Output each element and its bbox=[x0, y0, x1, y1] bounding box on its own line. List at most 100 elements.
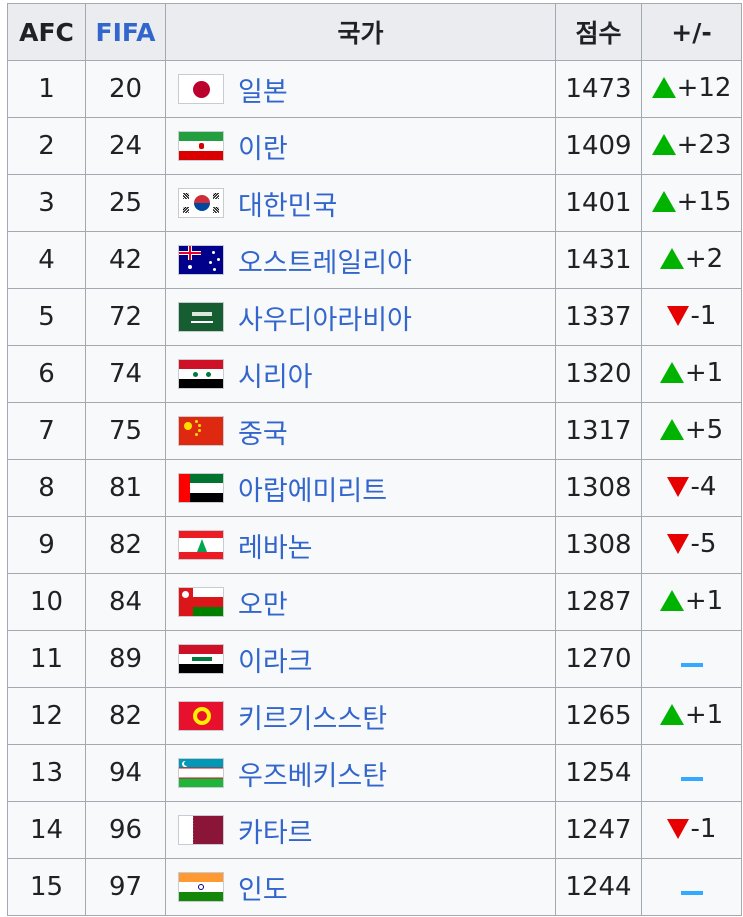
table-row: 7 75 중국 1317 +5 bbox=[7, 402, 742, 460]
change-cell: +5 bbox=[641, 402, 742, 460]
points: 1308 bbox=[555, 459, 642, 517]
change-value: +15 bbox=[676, 186, 732, 217]
change-cell: +15 bbox=[641, 174, 742, 232]
afc-rank: 4 bbox=[7, 231, 86, 289]
country-link[interactable]: 우즈베키스탄 bbox=[238, 754, 387, 793]
change-value: -1 bbox=[690, 301, 717, 331]
country-cell: 대한민국 bbox=[165, 174, 556, 232]
japan-flag-icon[interactable] bbox=[178, 74, 224, 104]
country-link[interactable]: 아랍에미리트 bbox=[238, 469, 387, 508]
country-cell: 레바논 bbox=[165, 516, 556, 574]
country-link[interactable]: 이란 bbox=[238, 127, 288, 166]
change-value: -5 bbox=[690, 529, 717, 559]
afc-rank: 10 bbox=[7, 573, 86, 631]
down-arrow-icon bbox=[666, 534, 689, 554]
country-link[interactable]: 중국 bbox=[238, 412, 288, 451]
points: 1409 bbox=[555, 117, 642, 175]
fifa-rank: 97 bbox=[85, 858, 166, 916]
afc-rank: 8 bbox=[7, 459, 86, 517]
iraq-flag-icon[interactable] bbox=[178, 644, 224, 674]
change-cell: +1 bbox=[641, 573, 742, 631]
up-arrow-icon bbox=[659, 362, 684, 384]
up-arrow-icon bbox=[659, 704, 684, 726]
saudi-arabia-flag-icon[interactable] bbox=[178, 302, 224, 332]
afc-rank: 5 bbox=[7, 288, 86, 346]
table-row: 15 97 인도 1244 bbox=[7, 858, 742, 916]
change-cell: -1 bbox=[641, 801, 742, 859]
afc-rank: 12 bbox=[7, 687, 86, 745]
afc-rank: 7 bbox=[7, 402, 86, 460]
country-cell: 오만 bbox=[165, 573, 556, 631]
change-value: +1 bbox=[684, 699, 724, 730]
down-arrow-icon bbox=[666, 819, 689, 839]
fifa-rank: 24 bbox=[85, 117, 166, 175]
afc-rank: 9 bbox=[7, 516, 86, 574]
table-row: 14 96 카타르 1247 -1 bbox=[7, 801, 742, 859]
afc-rank: 1 bbox=[7, 60, 86, 118]
iran-flag-icon[interactable] bbox=[178, 131, 224, 161]
fifa-rank: 89 bbox=[85, 630, 166, 688]
country-link[interactable]: 키르기스스탄 bbox=[238, 697, 387, 736]
change-cell: +23 bbox=[641, 117, 742, 175]
australia-flag-icon[interactable] bbox=[178, 245, 224, 275]
afc-rank: 13 bbox=[7, 744, 86, 802]
country-cell: 인도 bbox=[165, 858, 556, 916]
fifa-rank: 20 bbox=[85, 60, 166, 118]
afc-ranking-table: AFC FIFA 국가 점수 +/- 1 20 일본 1473 +12 2 24 이란 1409… bbox=[7, 3, 742, 916]
country-cell: 키르기스스탄 bbox=[165, 687, 556, 745]
country-link[interactable]: 오만 bbox=[238, 583, 288, 622]
china-flag-icon[interactable] bbox=[178, 416, 224, 446]
table-row: 4 42 오스트레일리아 1431 +2 bbox=[7, 231, 742, 289]
fifa-rank-header-link[interactable]: FIFA bbox=[85, 3, 166, 61]
change-cell: -4 bbox=[641, 459, 742, 517]
change-value: +2 bbox=[684, 243, 724, 274]
fifa-rank: 82 bbox=[85, 516, 166, 574]
down-arrow-icon bbox=[666, 477, 689, 497]
afc-rank: 6 bbox=[7, 345, 86, 403]
change-value: -4 bbox=[690, 472, 717, 502]
change-cell bbox=[641, 630, 742, 688]
fifa-rank: 72 bbox=[85, 288, 166, 346]
kyrgyzstan-flag-icon[interactable] bbox=[178, 701, 224, 731]
country-link[interactable]: 오스트레일리아 bbox=[238, 241, 412, 280]
country-header[interactable]: 국가 bbox=[165, 3, 556, 61]
country-link[interactable]: 일본 bbox=[238, 70, 288, 109]
country-link[interactable]: 사우디아라비아 bbox=[238, 298, 412, 337]
country-cell: 일본 bbox=[165, 60, 556, 118]
points-header[interactable]: 점수 bbox=[555, 3, 642, 61]
oman-flag-icon[interactable] bbox=[178, 587, 224, 617]
points: 1317 bbox=[555, 402, 642, 460]
south-korea-flag-icon[interactable] bbox=[178, 188, 224, 218]
fifa-rank: 84 bbox=[85, 573, 166, 631]
fifa-rank: 94 bbox=[85, 744, 166, 802]
change-cell: +2 bbox=[641, 231, 742, 289]
qatar-flag-icon[interactable] bbox=[178, 815, 224, 845]
afc-rank: 2 bbox=[7, 117, 86, 175]
afc-rank: 3 bbox=[7, 174, 86, 232]
india-flag-icon[interactable] bbox=[178, 872, 224, 902]
uae-flag-icon[interactable] bbox=[178, 473, 224, 503]
country-cell: 이란 bbox=[165, 117, 556, 175]
change-header[interactable]: +/- bbox=[641, 3, 742, 61]
table-row: 9 82 레바논 1308 -5 bbox=[7, 516, 742, 574]
country-link[interactable]: 대한민국 bbox=[238, 184, 337, 223]
table-row: 13 94 우즈베키스탄 1254 bbox=[7, 744, 742, 802]
up-arrow-icon bbox=[659, 248, 684, 270]
lebanon-flag-icon[interactable] bbox=[178, 530, 224, 560]
uzbekistan-flag-icon[interactable] bbox=[178, 758, 224, 788]
country-link[interactable]: 인도 bbox=[238, 868, 288, 907]
country-link[interactable]: 카타르 bbox=[238, 811, 313, 850]
country-link[interactable]: 시리아 bbox=[238, 355, 313, 394]
change-cell: -5 bbox=[641, 516, 742, 574]
table-row: 8 81 아랍에미리트 1308 -4 bbox=[7, 459, 742, 517]
no-change-icon bbox=[680, 891, 703, 895]
change-value: +23 bbox=[676, 129, 732, 160]
syria-flag-icon[interactable] bbox=[178, 359, 224, 389]
country-link[interactable]: 레바논 bbox=[238, 526, 313, 565]
table-row: 2 24 이란 1409 +23 bbox=[7, 117, 742, 175]
change-value: +1 bbox=[684, 357, 724, 388]
points: 1270 bbox=[555, 630, 642, 688]
afc-rank-header[interactable]: AFC bbox=[7, 3, 86, 61]
country-link[interactable]: 이라크 bbox=[238, 640, 313, 679]
country-cell: 아랍에미리트 bbox=[165, 459, 556, 517]
